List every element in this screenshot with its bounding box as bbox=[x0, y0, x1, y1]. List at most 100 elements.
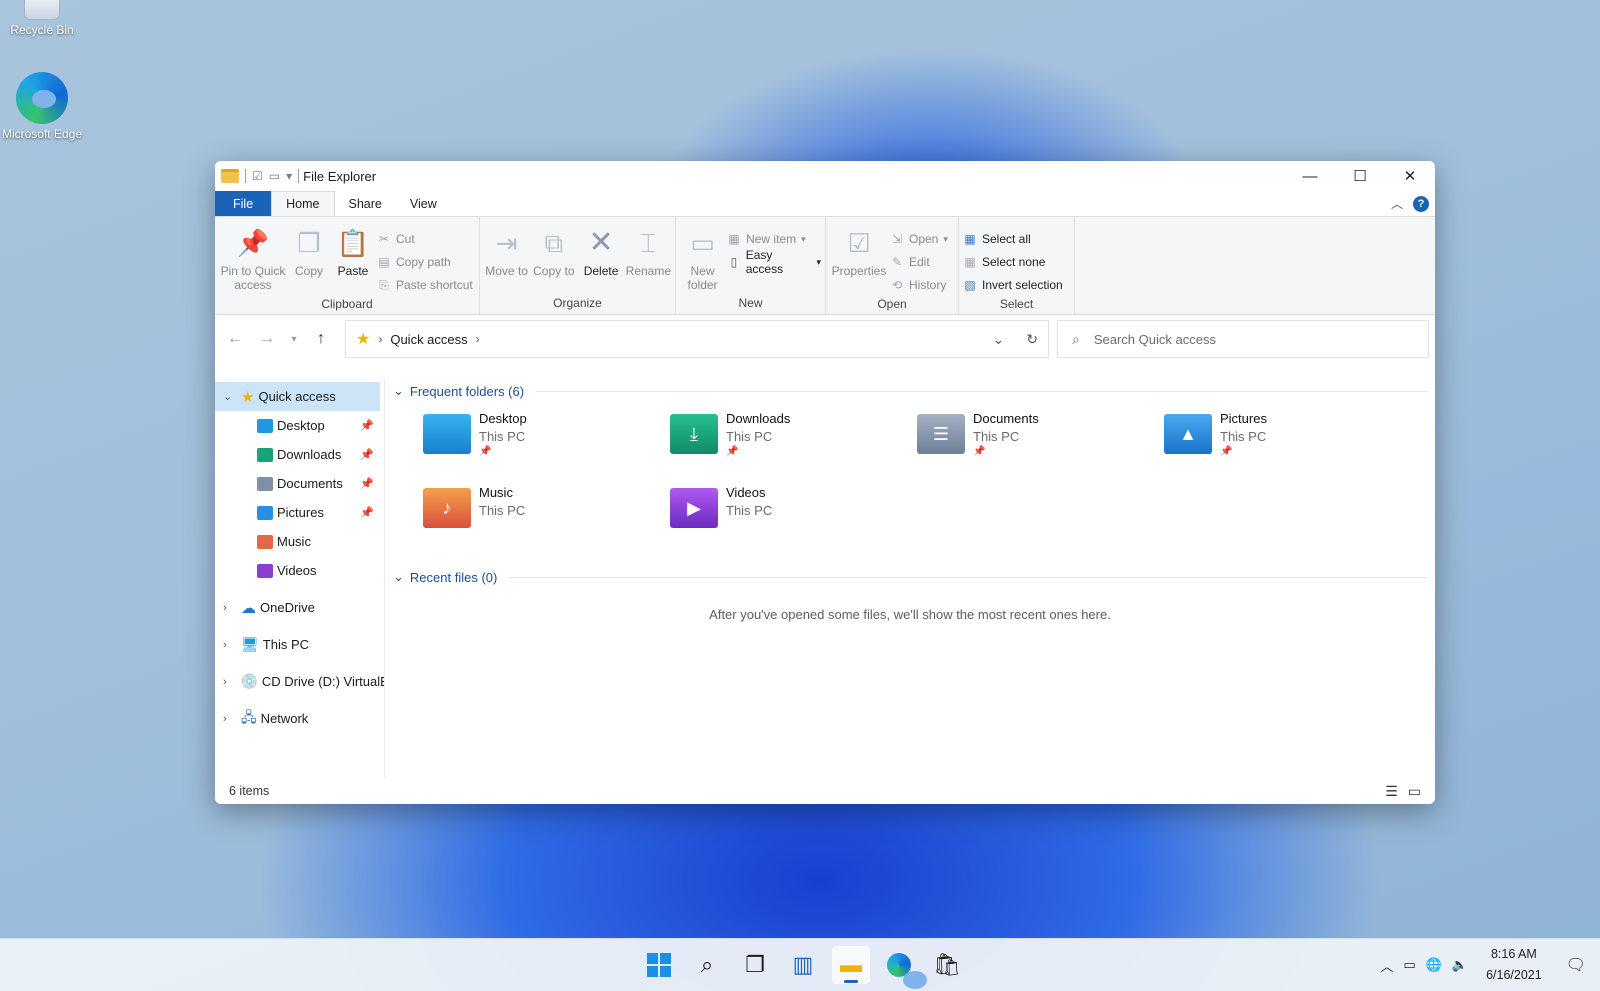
sidebar-item-onedrive[interactable]: › ☁ OneDrive bbox=[215, 593, 384, 622]
cut-button[interactable]: ✂ Cut bbox=[377, 229, 473, 249]
clock[interactable]: 8:16 AM 6/16/2021 bbox=[1486, 944, 1542, 986]
frequent-folders-header[interactable]: ⌄ Frequent folders (6) bbox=[393, 379, 1427, 403]
sidebar-item-cd-drive[interactable]: › 💿 CD Drive (D:) VirtualB bbox=[215, 667, 384, 696]
edit-button[interactable]: ✎ Edit bbox=[890, 252, 948, 272]
tab-file[interactable]: File bbox=[215, 191, 272, 216]
file-explorer-window: ☑ ▭ ▾ File Explorer — ☐ ✕ File Home Shar… bbox=[215, 161, 1435, 804]
select-all-button[interactable]: ▦ Select all bbox=[963, 229, 1063, 249]
tab-share[interactable]: Share bbox=[335, 191, 396, 216]
sidebar-item-pictures[interactable]: Pictures 📌 bbox=[215, 498, 384, 527]
address-row: ← → ▾ ↑ ★ › Quick access › ⌄ ↻ ⌕ Search … bbox=[215, 315, 1435, 363]
group-label-open: Open bbox=[877, 297, 907, 311]
copy-button[interactable]: ❐ Copy bbox=[289, 221, 329, 295]
folder-tile-videos[interactable]: ▶ Videos This PC bbox=[670, 485, 917, 547]
expand-chevron-icon[interactable]: › bbox=[223, 713, 237, 725]
sidebar-item-quick-access[interactable]: ⌄ ★ Quick access bbox=[215, 382, 380, 411]
store-taskbar-button[interactable]: 🛍 bbox=[928, 946, 966, 984]
properties-qat-icon[interactable]: ☑ bbox=[252, 169, 263, 183]
pin-to-quick-access-button[interactable]: 📌 Pin to Quick access bbox=[219, 221, 287, 295]
breadcrumb-chevron-icon[interactable]: › bbox=[476, 332, 480, 346]
folder-icon: ▬ bbox=[840, 952, 862, 977]
recent-files-header[interactable]: ⌄ Recent files (0) bbox=[393, 565, 1427, 589]
open-button[interactable]: ⇲ Open ▾ bbox=[890, 229, 948, 249]
move-to-button[interactable]: ⇥ Move to bbox=[484, 221, 529, 294]
properties-button[interactable]: ☑ Properties bbox=[830, 221, 888, 295]
folder-tile-documents[interactable]: ☰ Documents This PC 📌 bbox=[917, 411, 1164, 473]
task-view-button[interactable]: ❐ bbox=[736, 946, 774, 984]
recent-locations-chevron-icon[interactable]: ▾ bbox=[285, 334, 303, 345]
folder-tile-music[interactable]: ♪ Music This PC bbox=[423, 485, 670, 547]
desktop-icon-recycle-bin[interactable]: Recycle Bin bbox=[0, 0, 84, 39]
copy-path-button[interactable]: ▤ Copy path bbox=[377, 252, 473, 272]
new-item-icon: ▦ bbox=[728, 232, 740, 246]
computer-icon: 🖥 bbox=[241, 636, 259, 652]
minimize-button[interactable]: — bbox=[1285, 161, 1335, 191]
show-hidden-icons-chevron-icon[interactable]: ︿ bbox=[1380, 956, 1393, 975]
downloads-folder-icon bbox=[257, 447, 273, 462]
new-item-button[interactable]: ▦ New item ▾ bbox=[727, 229, 821, 249]
file-explorer-taskbar-button[interactable]: ▬ bbox=[832, 946, 870, 984]
system-tray: ︿ ▭ 🌐 🔈 8:16 AM 6/16/2021 🗨 bbox=[1380, 944, 1586, 986]
folder-tile-desktop[interactable]: Desktop This PC 📌 bbox=[423, 411, 670, 473]
folder-tile-pictures[interactable]: ▲ Pictures This PC 📌 bbox=[1164, 411, 1411, 473]
new-folder-button[interactable]: ▭ New folder bbox=[680, 221, 725, 294]
collapse-ribbon-icon[interactable]: ︿ bbox=[1391, 195, 1403, 212]
expand-chevron-icon[interactable]: › bbox=[223, 602, 237, 614]
desktop-icon-label: Recycle Bin bbox=[10, 23, 74, 37]
sidebar-item-documents[interactable]: Documents 📌 bbox=[215, 469, 384, 498]
expand-chevron-icon[interactable]: › bbox=[223, 676, 236, 688]
open-icon: ⇲ bbox=[891, 232, 903, 246]
cd-drive-icon: 💿 bbox=[240, 673, 258, 689]
paste-shortcut-button[interactable]: ⎘ Paste shortcut bbox=[377, 275, 473, 295]
customize-qat-chevron-icon[interactable]: ▾ bbox=[286, 169, 292, 183]
sidebar-item-desktop[interactable]: Desktop 📌 bbox=[215, 411, 384, 440]
pin-icon: 📌 bbox=[479, 446, 492, 457]
sidebar-item-videos[interactable]: Videos bbox=[215, 556, 384, 585]
volume-icon[interactable]: 🔈 bbox=[1452, 957, 1468, 973]
history-button[interactable]: ⟲ History bbox=[890, 275, 948, 295]
search-box[interactable]: ⌕ Search Quick access bbox=[1057, 320, 1429, 358]
easy-access-button[interactable]: ▯ Easy access ▾ bbox=[727, 248, 821, 276]
desktop-icon-edge[interactable]: Microsoft Edge bbox=[0, 72, 84, 143]
delete-button[interactable]: ✕ Delete bbox=[578, 221, 623, 294]
store-icon: 🛍 bbox=[933, 952, 961, 977]
address-bar[interactable]: ★ › Quick access › ⌄ ↻ bbox=[345, 320, 1049, 358]
sidebar-item-music[interactable]: Music bbox=[215, 527, 384, 556]
new-folder-qat-icon[interactable]: ▭ bbox=[269, 169, 280, 183]
forward-arrow-icon[interactable]: → bbox=[253, 330, 281, 348]
select-none-button[interactable]: ▦ Select none bbox=[963, 252, 1063, 272]
documents-folder-icon: ☰ bbox=[917, 414, 965, 454]
copy-to-button[interactable]: ⧉ Copy to bbox=[531, 221, 576, 294]
back-arrow-icon[interactable]: ← bbox=[221, 330, 249, 348]
sidebar-item-this-pc[interactable]: › 🖥 This PC bbox=[215, 630, 384, 659]
refresh-icon[interactable]: ↻ bbox=[1026, 331, 1038, 348]
sidebar-item-network[interactable]: › 🖧 Network bbox=[215, 704, 384, 733]
windows-logo-icon bbox=[647, 953, 671, 977]
address-history-chevron-icon[interactable]: ⌄ bbox=[993, 331, 1005, 348]
sidebar-item-downloads[interactable]: Downloads 📌 bbox=[215, 440, 384, 469]
close-button[interactable]: ✕ bbox=[1385, 161, 1435, 191]
up-arrow-icon[interactable]: ↑ bbox=[307, 330, 335, 348]
expand-chevron-icon[interactable]: ⌄ bbox=[223, 390, 237, 403]
folder-tile-downloads[interactable]: ⤓ Downloads This PC 📌 bbox=[670, 411, 917, 473]
tab-home[interactable]: Home bbox=[271, 191, 335, 216]
large-icons-view-icon[interactable]: ▭ bbox=[1408, 783, 1421, 800]
start-button[interactable] bbox=[640, 946, 678, 984]
invert-selection-icon: ▧ bbox=[964, 278, 976, 292]
search-button[interactable]: ⌕ bbox=[688, 946, 726, 984]
tab-view[interactable]: View bbox=[396, 191, 451, 216]
battery-icon[interactable]: ▭ bbox=[1403, 957, 1415, 973]
edge-taskbar-button[interactable] bbox=[880, 946, 927, 989]
maximize-button[interactable]: ☐ bbox=[1335, 161, 1385, 191]
pin-icon: 📌 bbox=[973, 446, 986, 457]
help-icon[interactable]: ? bbox=[1413, 195, 1429, 212]
widgets-button[interactable]: ▥ bbox=[784, 946, 822, 984]
notification-icon[interactable]: 🗨 bbox=[1566, 955, 1586, 975]
details-view-icon[interactable]: ☰ bbox=[1385, 783, 1398, 800]
network-globe-icon[interactable]: 🌐 bbox=[1426, 957, 1442, 973]
breadcrumb-quick-access[interactable]: Quick access bbox=[390, 332, 467, 347]
rename-button[interactable]: ⌶ Rename bbox=[626, 221, 671, 294]
paste-button[interactable]: 📋 Paste bbox=[331, 221, 375, 295]
expand-chevron-icon[interactable]: › bbox=[223, 639, 237, 651]
invert-selection-button[interactable]: ▧ Invert selection bbox=[963, 275, 1062, 295]
